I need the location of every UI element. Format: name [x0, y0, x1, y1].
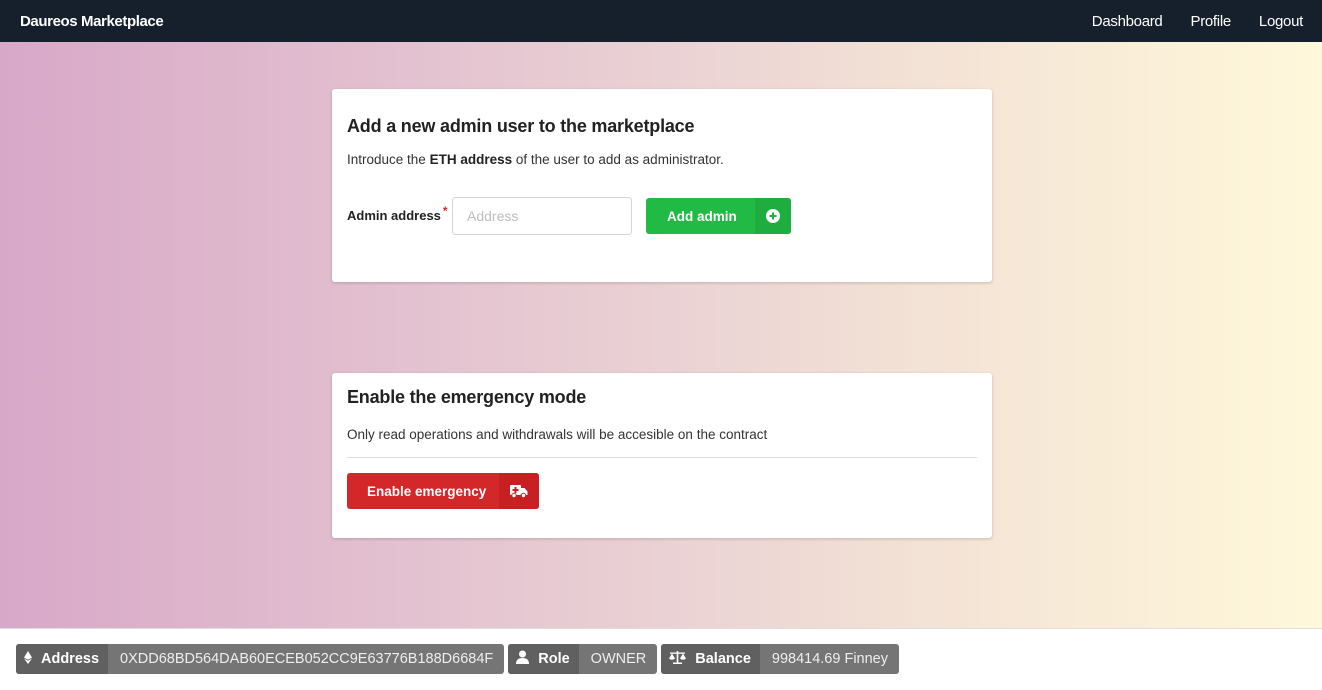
emergency-card: Enable the emergency mode Only read oper… — [332, 373, 992, 538]
top-navbar: Daureos Marketplace Dashboard Profile Lo… — [0, 0, 1322, 42]
ambulance-icon — [499, 473, 539, 509]
balance-label: Balance 998414.69 Finney — [661, 644, 899, 674]
address-label: Address 0XDD68BD564DAB60ECEB052CC9E63776… — [16, 644, 505, 674]
address-key: Address — [16, 644, 109, 674]
ethereum-icon — [24, 650, 32, 668]
emergency-title: Enable the emergency mode — [347, 387, 587, 407]
balance-value: 998414.69 Finney — [771, 651, 888, 667]
balance-key-text: Balance — [695, 651, 751, 667]
nav-links: Dashboard Profile Logout — [1092, 13, 1304, 30]
nav-dashboard-link[interactable]: Dashboard — [1092, 13, 1163, 30]
add-admin-button-label: Add admin — [667, 208, 737, 224]
desc-suffix: of the user to add as administrator. — [512, 152, 724, 167]
user-icon — [516, 650, 530, 668]
role-label: Role OWNER — [508, 644, 658, 674]
desc-prefix: Introduce the — [347, 152, 430, 167]
address-key-text: Address — [41, 651, 100, 667]
brand-title[interactable]: Daureos Marketplace — [20, 13, 164, 30]
role-value: OWNER — [590, 651, 647, 667]
balance-scale-icon — [669, 650, 687, 668]
account-footer: Address 0XDD68BD564DAB60ECEB052CC9E63776… — [0, 628, 1322, 690]
emergency-description: Only read operations and withdrawals wil… — [347, 427, 768, 442]
required-mark: * — [442, 203, 448, 218]
admin-address-label: Admin address * — [347, 204, 452, 223]
role-key: Role — [508, 644, 579, 674]
add-admin-card: Add a new admin user to the marketplace … — [332, 89, 992, 282]
desc-bold: ETH address — [429, 152, 513, 167]
address-value: 0XDD68BD564DAB60ECEB052CC9E63776B188D668… — [120, 651, 494, 667]
admin-address-input[interactable] — [452, 197, 632, 235]
plus-circle-icon — [755, 198, 791, 234]
admin-address-form: Admin address* Add admin — [347, 197, 977, 235]
add-admin-description: Introduce the ETH address of the user to… — [347, 152, 977, 167]
enable-emergency-button[interactable]: Enable emergency — [347, 473, 539, 509]
add-admin-title: Add a new admin user to the marketplace — [347, 116, 695, 136]
balance-key: Balance — [661, 644, 760, 674]
divider — [347, 457, 977, 458]
nav-logout-link[interactable]: Logout — [1259, 13, 1303, 30]
role-key-text: Role — [538, 651, 570, 667]
nav-profile-link[interactable]: Profile — [1190, 13, 1231, 30]
admin-address-label-text: Admin address — [347, 207, 441, 223]
enable-emergency-button-label: Enable emergency — [367, 483, 487, 499]
add-admin-button[interactable]: Add admin — [646, 198, 791, 234]
